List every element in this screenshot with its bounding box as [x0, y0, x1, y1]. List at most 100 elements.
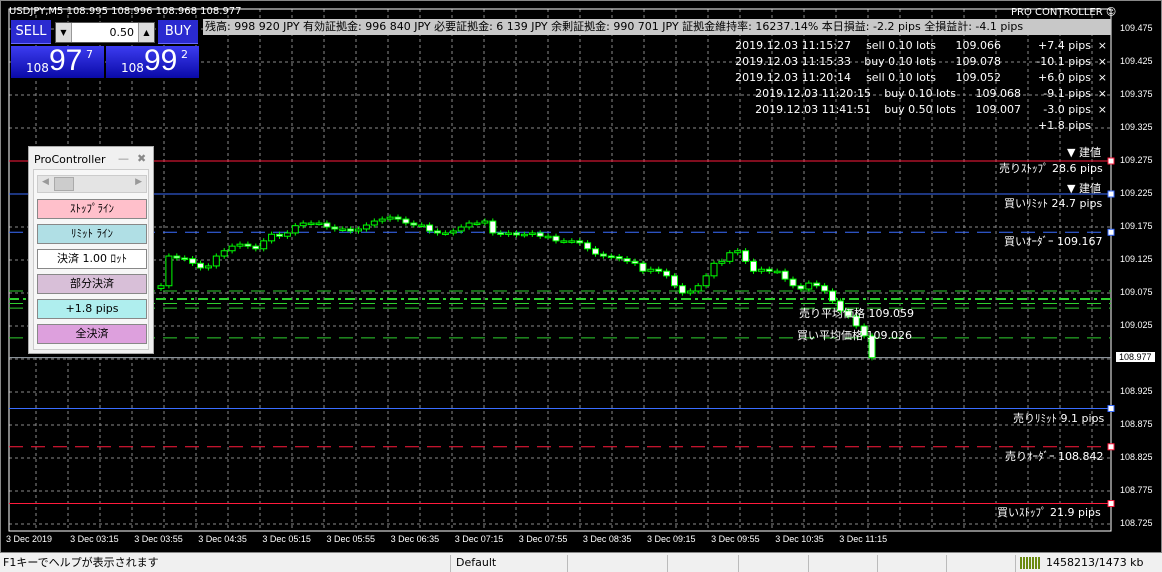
candle-body — [189, 258, 197, 264]
buy-price-prefix: 108 — [121, 61, 144, 75]
scroll-thumb[interactable] — [54, 177, 74, 191]
sell-stop-label[interactable]: 売りｽﾄｯﾌﾟ 28.6 pips — [999, 162, 1103, 175]
price-axis-label: 108.825 — [1120, 452, 1153, 462]
candle-body — [813, 282, 821, 287]
scroll-right-icon[interactable]: ▶ — [135, 177, 142, 187]
buy-button[interactable]: BUY — [158, 20, 198, 44]
price-axis-label: 109.425 — [1120, 56, 1153, 66]
procontroller-button[interactable]: 決済 1.00 ﾛｯﾄ — [37, 249, 147, 269]
position-time: 2019.12.03 11:41:51 — [755, 103, 871, 116]
candle-body — [528, 232, 536, 235]
candle-body — [821, 285, 829, 292]
position-time: 2019.12.03 11:20:14 — [735, 71, 851, 84]
time-axis-label: 3 Dec 06:35 — [390, 534, 440, 544]
position-pips: -3.0 pips — [1043, 103, 1091, 116]
candle-body — [212, 255, 220, 267]
procontroller-button[interactable]: 全決済 — [37, 324, 147, 344]
lot-decrease-icon[interactable]: ▼ — [56, 23, 72, 42]
status-bar: F1キーでヘルプが表示されます Default 1458213/1473 kb — [0, 553, 1162, 572]
candle-body — [370, 220, 378, 226]
candle-body — [702, 275, 710, 287]
price-axis-label: 109.325 — [1120, 122, 1153, 132]
candle-body — [576, 240, 584, 244]
chart-window[interactable]: USDJPY,M5 108.995 108.996 108.968 108.97… — [0, 0, 1162, 553]
buy-limit-label[interactable]: 買いﾘﾐｯﾄ 24.7 pips — [1004, 197, 1102, 210]
candle-body — [497, 232, 505, 235]
procontroller-panel[interactable]: ProController — ✖ ◀ ▶ ｽﾄｯﾌﾟﾗｲﾝ ﾘﾐｯﾄ ﾗｲﾝ 決済… — [28, 146, 154, 354]
candle-body — [599, 253, 607, 257]
candle-body — [726, 252, 734, 262]
candle-body — [315, 222, 323, 226]
time-axis-label: 3 Dec 07:55 — [518, 534, 568, 544]
lot-value[interactable]: 0.50 — [110, 23, 135, 42]
candle-body — [623, 258, 631, 262]
candle-body — [481, 220, 489, 224]
candle-body — [449, 230, 457, 234]
position-close[interactable]: × — [1095, 103, 1107, 116]
connection-icon — [1020, 557, 1040, 569]
price-axis-label: 109.025 — [1120, 320, 1153, 330]
candle-body — [560, 240, 568, 243]
lot-input[interactable]: ▼ 0.50 ▲ — [55, 22, 155, 43]
candle-body — [671, 275, 678, 287]
lot-increase-icon[interactable]: ▲ — [138, 23, 154, 42]
candle-body — [331, 226, 339, 230]
candle-body — [742, 250, 750, 262]
time-axis-label: 3 Dec 04:35 — [198, 534, 247, 544]
candle-body — [773, 270, 781, 274]
position-close[interactable]: × — [1095, 71, 1107, 84]
candle-body — [607, 255, 615, 259]
panel-scrollbar[interactable]: ◀ ▶ — [37, 175, 147, 193]
position-close[interactable]: × — [1095, 55, 1107, 68]
buy-stop-label[interactable]: 買いｽﾄｯﾌﾟ 21.9 pips — [997, 506, 1101, 519]
one-click-trading-panel: SELL ▼ 0.50 ▲ BUY 108 97 7 108 99 2 — [11, 20, 201, 78]
candle-body — [489, 220, 497, 234]
position-type: sell 0.10 lots — [866, 71, 936, 84]
candle-body — [584, 242, 592, 250]
time-axis-label: 3 Dec 05:55 — [326, 534, 376, 544]
candle-body — [631, 260, 639, 264]
candle-body — [710, 262, 718, 277]
sell-button[interactable]: SELL — [11, 20, 51, 44]
candle-body — [402, 218, 410, 224]
minimize-icon[interactable]: — — [118, 152, 129, 165]
entry-label-1: ▼ 建値 — [1067, 146, 1101, 159]
close-icon[interactable]: ✖ — [137, 152, 146, 165]
sell-price-prefix: 108 — [26, 61, 49, 75]
memory-usage: 1458213/1473 kb — [1046, 556, 1144, 569]
sell-order-label[interactable]: 売りｵｰﾀﾞｰ 108.842 — [1005, 450, 1103, 463]
pro-controller-caption: PRO CONTROLLER ☺ — [1011, 7, 1117, 18]
time-axis-label: 3 Dec 07:15 — [454, 534, 504, 544]
time-axis-label: 3 Dec 11:15 — [839, 534, 888, 544]
candle-body — [441, 232, 449, 235]
procontroller-button[interactable]: ｽﾄｯﾌﾟﾗｲﾝ — [37, 199, 147, 219]
price-axis-label: 109.475 — [1120, 23, 1153, 33]
sell-limit-label[interactable]: 売りﾘﾐｯﾄ 9.1 pips — [1013, 412, 1104, 425]
candle-body — [394, 216, 402, 220]
price-axis-label: 109.225 — [1120, 188, 1153, 198]
candle-body — [457, 226, 465, 232]
time-axis-label: 3 Dec 10:35 — [775, 534, 824, 544]
price-axis-label: 108.775 — [1120, 485, 1153, 495]
time-axis-label: 3 Dec 2019 — [6, 534, 53, 544]
position-close[interactable]: × — [1095, 39, 1107, 52]
candle-body — [339, 228, 347, 231]
position-close[interactable]: × — [1095, 87, 1107, 100]
sell-price-sup: 7 — [86, 48, 93, 61]
candle-body — [544, 235, 552, 239]
candle-body — [765, 268, 773, 272]
procontroller-button[interactable]: +1.8 pips — [37, 299, 147, 319]
procontroller-button[interactable]: 部分決済 — [37, 274, 147, 294]
candle-body — [829, 290, 836, 302]
candle-body — [157, 285, 165, 289]
sell-price[interactable]: 108 97 7 — [11, 44, 104, 78]
position-pips: -10.1 pips — [1036, 55, 1091, 68]
buy-price[interactable]: 108 99 2 — [106, 44, 199, 78]
scroll-left-icon[interactable]: ◀ — [42, 177, 49, 187]
candle-body — [552, 235, 560, 242]
buy-order-label[interactable]: 買いｵｰﾀﾞｰ 109.167 — [1004, 235, 1102, 248]
candle-body — [750, 260, 757, 272]
procontroller-button[interactable]: ﾘﾐｯﾄ ﾗｲﾝ — [37, 224, 147, 244]
account-info-bar: 残高: 998 920 JPY 有効証拠金: 996 840 JPY 必要証拠金… — [203, 19, 1111, 35]
candle-body — [678, 285, 686, 294]
